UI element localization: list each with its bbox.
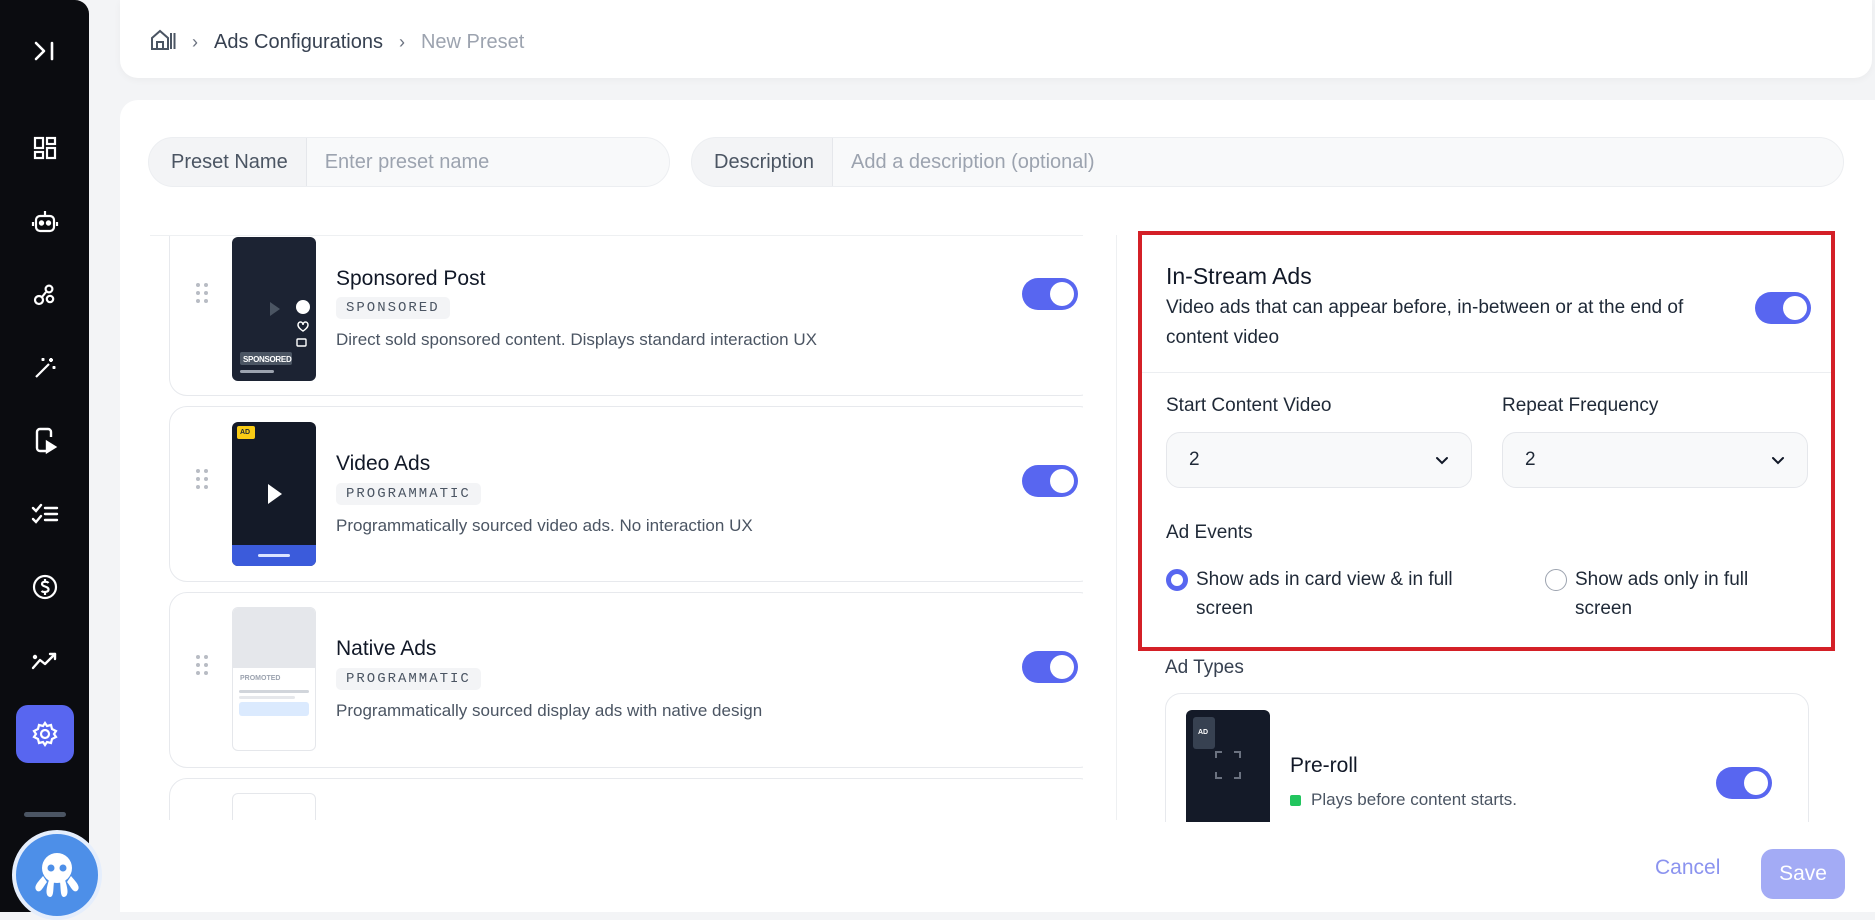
- sidebar-item-trends[interactable]: [16, 631, 74, 689]
- sidebar-item-tasks[interactable]: [16, 485, 74, 543]
- robot-icon: [31, 211, 59, 233]
- video-thumb-tag: AD: [240, 429, 251, 436]
- preset-name-input[interactable]: [306, 138, 669, 186]
- ad-format-thumbnail: [232, 793, 316, 820]
- native-thumb-tag: PROMOTED: [240, 675, 281, 682]
- sidebar-item-magic[interactable]: [16, 339, 74, 397]
- ad-format-card-native-ads[interactable]: PROMOTED Native Ads PROGRAMMATIC Program…: [169, 592, 1083, 768]
- breadcrumb-item-ads-configurations[interactable]: Ads Configurations: [214, 31, 383, 54]
- trending-icon: [31, 652, 57, 670]
- ad-format-badge: PROGRAMMATIC: [336, 668, 481, 690]
- settings-icon: [32, 721, 58, 747]
- sidebar-item-dashboard[interactable]: [16, 119, 74, 177]
- sidebar-resize-handle[interactable]: [24, 812, 66, 817]
- drag-handle-icon[interactable]: [196, 469, 208, 489]
- octopus-icon: [35, 853, 79, 897]
- ad-events-label: Ad Events: [1166, 522, 1253, 543]
- native-ads-toggle[interactable]: [1022, 651, 1078, 683]
- start-content-video-select[interactable]: 2: [1166, 432, 1472, 488]
- ad-format-card-sponsored-post[interactable]: SPONSORED Sponsored Post SPONSORED Direc…: [169, 236, 1083, 396]
- sidebar-item-settings[interactable]: [16, 705, 74, 763]
- ad-format-title: Native Ads: [336, 637, 437, 660]
- sponsored-post-toggle[interactable]: [1022, 278, 1078, 310]
- dollar-icon: [32, 574, 58, 600]
- sidebar: [0, 0, 89, 912]
- ad-format-badge: PROGRAMMATIC: [336, 483, 481, 505]
- radio-unselected-icon[interactable]: [1545, 569, 1567, 591]
- in-stream-title: In-Stream Ads: [1166, 263, 1312, 289]
- footer-bar: [120, 822, 1875, 912]
- preset-name-label: Preset Name: [149, 138, 307, 186]
- top-header: › Ads Configurations › New Preset: [120, 0, 1872, 78]
- ad-format-title: Sponsored Post: [336, 267, 486, 290]
- repeat-frequency-select[interactable]: 2: [1502, 432, 1808, 488]
- pre-roll-description: Plays before content starts.: [1311, 790, 1517, 809]
- breadcrumb-item-current: New Preset: [420, 30, 525, 53]
- preset-name-group: Preset Name: [148, 137, 670, 187]
- in-stream-toggle[interactable]: [1755, 292, 1811, 324]
- description-group: Description: [691, 137, 1844, 187]
- video-ads-thumbnail: AD: [232, 422, 316, 566]
- ad-format-description: Programmatically sourced video ads. No i…: [336, 516, 753, 535]
- ad-types-label: Ad Types: [1165, 657, 1244, 678]
- start-content-video-value: 2: [1189, 449, 1200, 470]
- home-icon[interactable]: [150, 28, 176, 56]
- magic-wand-icon: [35, 358, 56, 378]
- ad-format-card-partial[interactable]: [169, 778, 1083, 820]
- section-divider: [1142, 372, 1831, 373]
- chevron-down-icon: [1436, 456, 1448, 464]
- ad-format-description: Programmatically sourced display ads wit…: [336, 701, 763, 720]
- assistant-avatar[interactable]: [12, 830, 102, 920]
- ad-format-title: Video Ads: [336, 452, 431, 475]
- pre-roll-thumb-tag: AD: [1198, 729, 1209, 736]
- chevron-down-icon: [1772, 456, 1784, 464]
- pre-roll-title: Pre-roll: [1290, 754, 1358, 777]
- drag-handle-icon[interactable]: [196, 283, 208, 303]
- ad-format-badge: SPONSORED: [336, 297, 450, 319]
- sidebar-item-bots[interactable]: [16, 193, 74, 251]
- sponsored-post-thumbnail: SPONSORED: [232, 237, 316, 381]
- cancel-button[interactable]: Cancel: [1655, 856, 1720, 880]
- pre-roll-status: Plays before content starts.: [1290, 790, 1517, 810]
- checklist-icon: [31, 503, 59, 524]
- description-label: Description: [692, 138, 834, 186]
- start-content-video-label: Start Content Video: [1166, 395, 1332, 416]
- chevron-right-icon: ›: [192, 31, 198, 52]
- ad-event-option-label: Show ads in card view & in full screen: [1196, 569, 1453, 619]
- ad-event-option-card-and-fullscreen[interactable]: Show ads in card view & in full screen: [1166, 565, 1476, 623]
- pre-roll-toggle[interactable]: [1716, 767, 1772, 799]
- chevron-right-icon: ›: [398, 31, 405, 52]
- in-stream-description: Video ads that can appear before, in-bet…: [1166, 297, 1684, 348]
- native-ads-thumbnail: PROMOTED: [232, 607, 316, 751]
- save-button[interactable]: Save: [1761, 849, 1845, 899]
- sponsored-thumb-tag: SPONSORED: [243, 355, 292, 364]
- ad-format-description: Direct sold sponsored content. Displays …: [336, 330, 817, 349]
- repeat-frequency-label: Repeat Frequency: [1502, 395, 1659, 416]
- sidebar-item-billing[interactable]: [16, 558, 74, 616]
- ad-formats-list: SPONSORED Sponsored Post SPONSORED Direc…: [150, 235, 1083, 820]
- dashboard-icon: [33, 136, 57, 160]
- status-dot: [1290, 794, 1301, 806]
- ad-format-card-video-ads[interactable]: AD Video Ads PROGRAMMATIC Programmatical…: [169, 406, 1083, 582]
- breadcrumb: › Ads Configurations › New Preset: [150, 28, 524, 56]
- analytics-nodes-icon: [33, 284, 55, 306]
- column-divider: [1116, 235, 1117, 820]
- repeat-frequency-value: 2: [1525, 449, 1536, 470]
- video-ads-toggle[interactable]: [1022, 465, 1078, 497]
- ad-event-option-label: Show ads only in full screen: [1575, 569, 1749, 619]
- in-stream-ads-section: In-Stream Ads Video ads that can appear …: [1138, 231, 1835, 651]
- ad-event-option-fullscreen-only[interactable]: Show ads only in full screen: [1545, 565, 1805, 623]
- description-input[interactable]: [833, 138, 1843, 186]
- sidebar-item-mobile-video[interactable]: [16, 412, 74, 470]
- collapse-sidebar-icon[interactable]: [24, 30, 66, 72]
- mobile-video-icon: [35, 427, 58, 455]
- drag-handle-icon[interactable]: [196, 655, 208, 675]
- radio-selected-icon[interactable]: [1166, 569, 1188, 591]
- sidebar-item-analytics[interactable]: [16, 266, 74, 324]
